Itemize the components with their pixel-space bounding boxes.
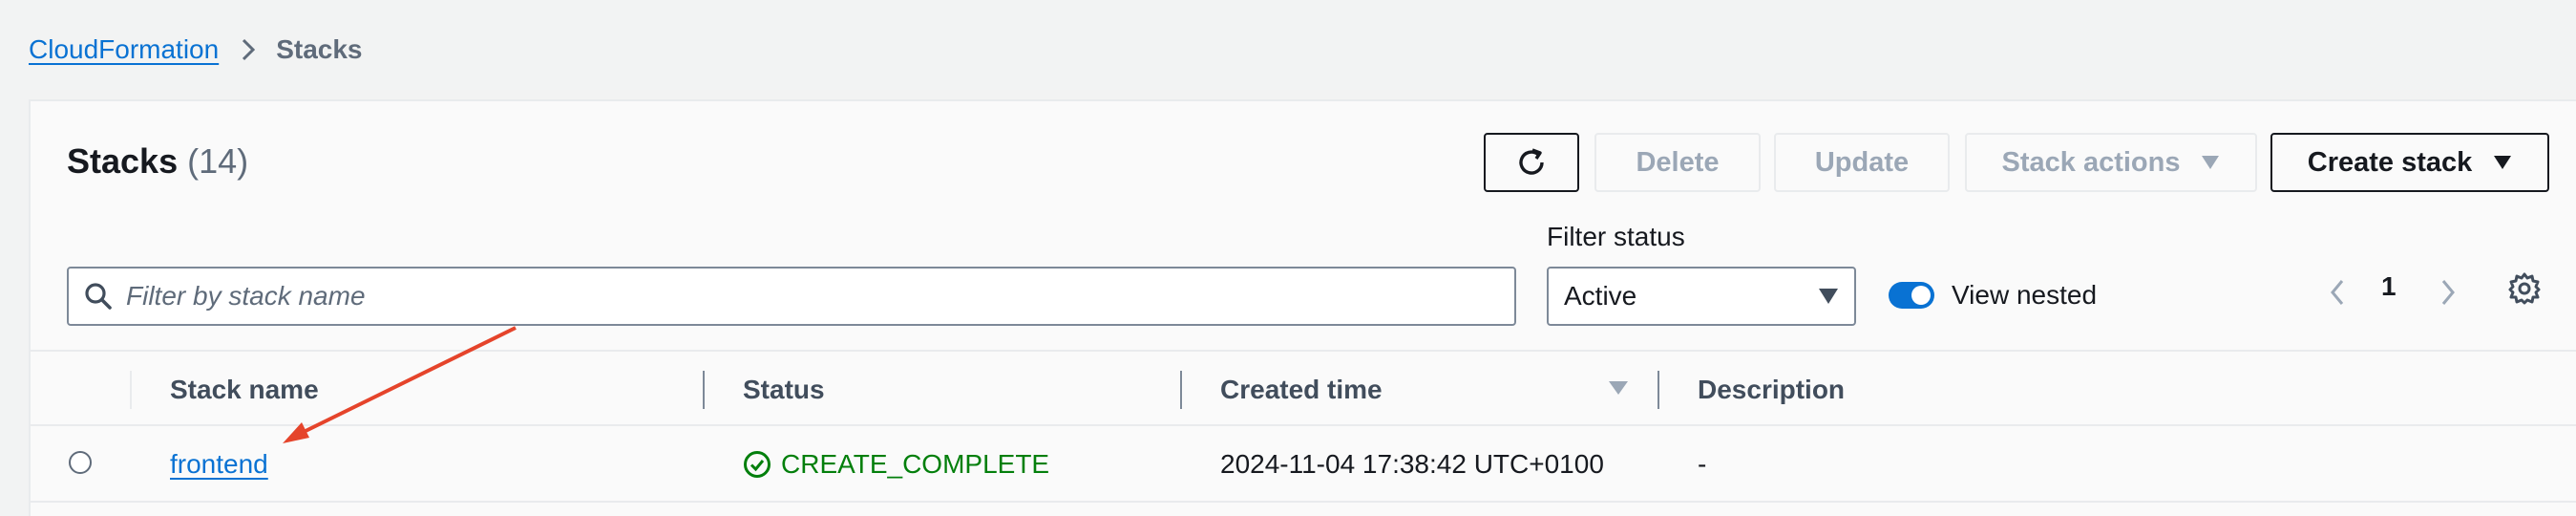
created-time-cell: 2024-11-04 17:38:42 UTC+0100: [1220, 449, 1604, 479]
stack-name-link[interactable]: frontend: [170, 449, 268, 479]
column-header-description[interactable]: Description: [1698, 375, 1845, 405]
check-circle-icon: [743, 450, 781, 479]
page-title-text: Stacks: [67, 141, 179, 181]
view-nested-toggle-group: View nested: [1889, 280, 2097, 311]
chevron-right-icon: [2440, 279, 2456, 306]
column-header-stack-name[interactable]: Stack name: [170, 375, 319, 405]
column-header-status[interactable]: Status: [743, 375, 825, 405]
preferences-button[interactable]: [2507, 271, 2542, 306]
table-header: Stack name Status Created time Descripti…: [31, 350, 2576, 426]
create-stack-label: Create stack: [2307, 146, 2473, 178]
stack-actions-button[interactable]: Stack actions: [1965, 133, 2257, 192]
table-row: frontend CREATE_COMPLETE 2024-11-04 17:3…: [31, 426, 2576, 503]
filter-status-label: Filter status: [1547, 222, 1685, 251]
stack-count: (14): [187, 141, 249, 181]
refresh-button[interactable]: [1484, 133, 1579, 192]
search-box: [67, 267, 1516, 326]
status-cell: CREATE_COMPLETE: [743, 449, 1049, 480]
refresh-icon: [1514, 145, 1549, 180]
search-icon: [84, 282, 113, 311]
toggle-knob: [1911, 286, 1931, 305]
page-title: Stacks (14): [67, 141, 248, 182]
column-resizer[interactable]: [703, 371, 705, 409]
update-button-label: Update: [1814, 146, 1910, 178]
caret-down-icon: [2493, 155, 2512, 170]
chevron-right-icon: [242, 38, 256, 61]
column-resizer[interactable]: [1658, 371, 1659, 409]
current-page-number[interactable]: 1: [2381, 271, 2397, 302]
next-page-button[interactable]: [2440, 273, 2456, 312]
previous-page-button[interactable]: [2330, 273, 2345, 312]
delete-button-label: Delete: [1636, 146, 1720, 178]
filter-status-value: Active: [1564, 281, 1637, 311]
caret-down-icon: [2201, 155, 2220, 170]
search-input[interactable]: [124, 280, 1465, 312]
sort-descending-icon[interactable]: [1608, 380, 1629, 396]
status-text: CREATE_COMPLETE: [781, 449, 1050, 479]
gear-icon: [2507, 271, 2542, 306]
chevron-left-icon: [2330, 279, 2345, 306]
breadcrumb-cloudformation-link[interactable]: CloudFormation: [29, 34, 219, 65]
breadcrumb: CloudFormation Stacks: [29, 31, 363, 69]
filter-status-select[interactable]: Active: [1547, 267, 1856, 326]
view-nested-label: View nested: [1952, 280, 2098, 310]
column-divider: [130, 371, 132, 409]
view-nested-toggle[interactable]: [1889, 282, 1934, 309]
row-select-radio[interactable]: [69, 451, 92, 474]
caret-down-icon: [1818, 288, 1839, 305]
breadcrumb-current: Stacks: [276, 34, 363, 64]
stack-actions-label: Stack actions: [2001, 146, 2181, 178]
column-header-created-time[interactable]: Created time: [1220, 375, 1383, 405]
create-stack-button[interactable]: Create stack: [2270, 133, 2549, 192]
description-cell: -: [1698, 449, 1707, 479]
update-button[interactable]: Update: [1774, 133, 1950, 192]
column-resizer[interactable]: [1180, 371, 1182, 409]
delete-button[interactable]: Delete: [1594, 133, 1761, 192]
